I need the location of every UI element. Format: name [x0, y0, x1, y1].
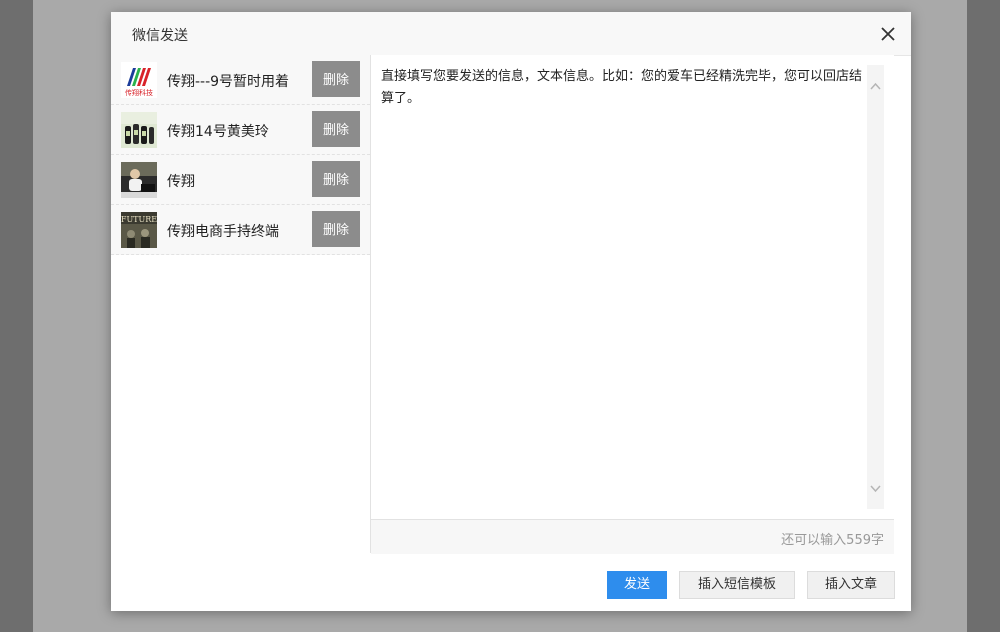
delete-button[interactable]: 删除 [312, 161, 360, 197]
char-counter: 还可以输入559字 [781, 533, 884, 548]
poster-title: FUTURE [121, 215, 157, 224]
recipient-list: 传翔科技 传翔---9号暂时用着 删除 传翔14号黄美玲 删除 传翔 删除 FU… [111, 55, 371, 553]
recipient-name: 传翔 [167, 174, 195, 190]
recipient-name: 传翔---9号暂时用着 [167, 74, 290, 90]
close-icon[interactable] [881, 26, 895, 41]
bottles-avatar [121, 112, 157, 148]
recipient-item: 传翔14号黄美玲 删除 [111, 105, 370, 155]
char-counter-bar: 还可以输入559字 [371, 519, 894, 554]
logo-caption: 传翔科技 [125, 88, 153, 97]
send-button[interactable]: 发送 [607, 571, 667, 599]
wechat-send-dialog: 微信发送 传翔科技 传翔---9号暂时用着 删除 传翔14号黄美玲 删除 传翔 … [111, 12, 911, 611]
person-avatar [121, 162, 157, 198]
dialog-header: 微信发送 [111, 12, 911, 56]
editor-scrollbar[interactable] [867, 65, 884, 509]
message-editor[interactable]: 直接填写您要发送的信息，文本信息。比如：您的爱车已经精洗完毕，您可以回店结算了。 [371, 55, 894, 519]
delete-button[interactable]: 删除 [312, 111, 360, 147]
recipient-item: 传翔科技 传翔---9号暂时用着 删除 [111, 55, 370, 105]
message-text[interactable]: 直接填写您要发送的信息，文本信息。比如：您的爱车已经精洗完毕，您可以回店结算了。 [381, 66, 866, 110]
insert-article-button[interactable]: 插入文章 [807, 571, 895, 599]
delete-button[interactable]: 删除 [312, 61, 360, 97]
recipient-name: 传翔14号黄美玲 [167, 124, 269, 140]
dialog-title: 微信发送 [132, 28, 188, 44]
recipient-item: 传翔 删除 [111, 155, 370, 205]
delete-button[interactable]: 删除 [312, 211, 360, 247]
recipient-name: 传翔电商手持终端 [167, 224, 279, 240]
movie-poster-avatar: FUTURE [121, 212, 157, 248]
insert-template-button[interactable]: 插入短信模板 [679, 571, 795, 599]
scroll-up-icon [870, 82, 881, 90]
scroll-down-icon [870, 485, 881, 493]
recipient-item: FUTURE 传翔电商手持终端 删除 [111, 205, 370, 255]
logo-avatar: 传翔科技 [121, 62, 157, 98]
